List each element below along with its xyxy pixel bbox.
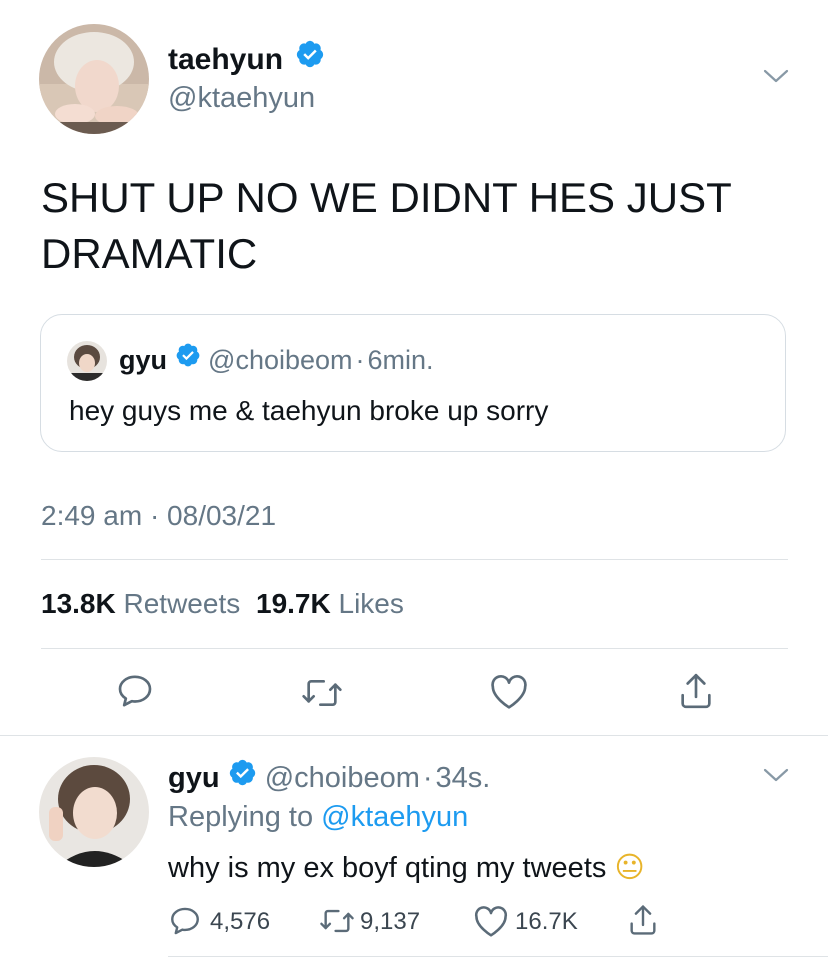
quoted-author-line: gyu @choibeom · 6min. — [119, 343, 434, 377]
quoted-text: hey guys me & taehyun broke up sorry — [69, 395, 549, 426]
retweet-icon — [318, 904, 356, 938]
quoted-tweet-card[interactable]: gyu @choibeom · 6min. hey guys me & taehyu… — [40, 314, 786, 452]
divider — [168, 956, 828, 957]
verified-badge-icon — [295, 39, 325, 78]
replying-to-link[interactable]: @ktaehyun — [321, 801, 468, 833]
replying-to-label: Replying to — [168, 801, 314, 833]
display-name[interactable]: taehyun — [168, 43, 283, 76]
taehyun-avatar[interactable] — [39, 24, 149, 134]
likes-label: Likes — [338, 588, 404, 619]
gyu-avatar[interactable] — [39, 757, 149, 867]
retweet-count: 9,137 — [360, 908, 421, 935]
reply-text-line: why is my ex boyf qting my tweets 😐 — [168, 849, 645, 886]
tweet-timestamp[interactable]: 2:49 am · 08/03/21 — [41, 500, 276, 532]
divider — [0, 735, 828, 736]
reply-display-name[interactable]: gyu — [168, 762, 220, 794]
retweet-icon[interactable] — [300, 673, 344, 713]
quoted-avatar — [67, 341, 107, 381]
like-icon — [473, 905, 509, 938]
quoted-time: 6min. — [367, 345, 434, 375]
reply-icon — [168, 904, 202, 938]
divider — [41, 648, 788, 649]
reply-handle[interactable]: @choibeom — [265, 762, 420, 794]
reply-text: why is my ex boyf qting my tweets — [168, 852, 607, 884]
replying-to-line: Replying to @ktaehyun — [168, 799, 468, 835]
share-icon[interactable] — [626, 902, 660, 938]
like-icon[interactable] — [489, 673, 529, 711]
reply-time: 34s. — [435, 762, 491, 794]
verified-badge-icon — [175, 342, 201, 376]
tweet-text-line: DRAMATIC — [41, 230, 258, 277]
verified-badge-icon — [228, 758, 257, 796]
likes-count: 19.7K — [256, 588, 331, 619]
tweet-stats: 13.8K Retweets 19.7K Likes — [41, 588, 404, 620]
share-icon[interactable] — [676, 670, 716, 712]
tweet-text-line: SHUT UP NO WE DIDNT HES JUST — [41, 174, 732, 221]
chevron-down-icon[interactable] — [762, 66, 790, 86]
reply-icon[interactable] — [115, 671, 155, 711]
retweets-stat[interactable]: 13.8K Retweets — [41, 588, 248, 619]
quoted-handle: @choibeom — [208, 345, 353, 375]
chevron-down-icon[interactable] — [762, 765, 790, 785]
neutral-face-emoji: 😐 — [614, 850, 645, 884]
retweets-count: 13.8K — [41, 588, 116, 619]
tweet-text: SHUT UP NO WE DIDNT HES JUST DRAMATIC — [41, 170, 732, 282]
retweets-label: Retweets — [123, 588, 241, 619]
likes-stat[interactable]: 19.7K Likes — [256, 588, 404, 619]
like-count: 16.7K — [515, 908, 578, 935]
main-author[interactable]: taehyun — [168, 39, 325, 78]
reply-author-line: gyu @choibeom · 34s. — [168, 758, 491, 796]
quoted-display-name: gyu — [119, 345, 168, 375]
main-handle[interactable]: @ktaehyun — [168, 82, 315, 115]
divider — [41, 559, 788, 560]
separator-dot: · — [422, 762, 433, 794]
separator-dot: · — [355, 345, 365, 375]
reply-count: 4,576 — [210, 908, 271, 935]
